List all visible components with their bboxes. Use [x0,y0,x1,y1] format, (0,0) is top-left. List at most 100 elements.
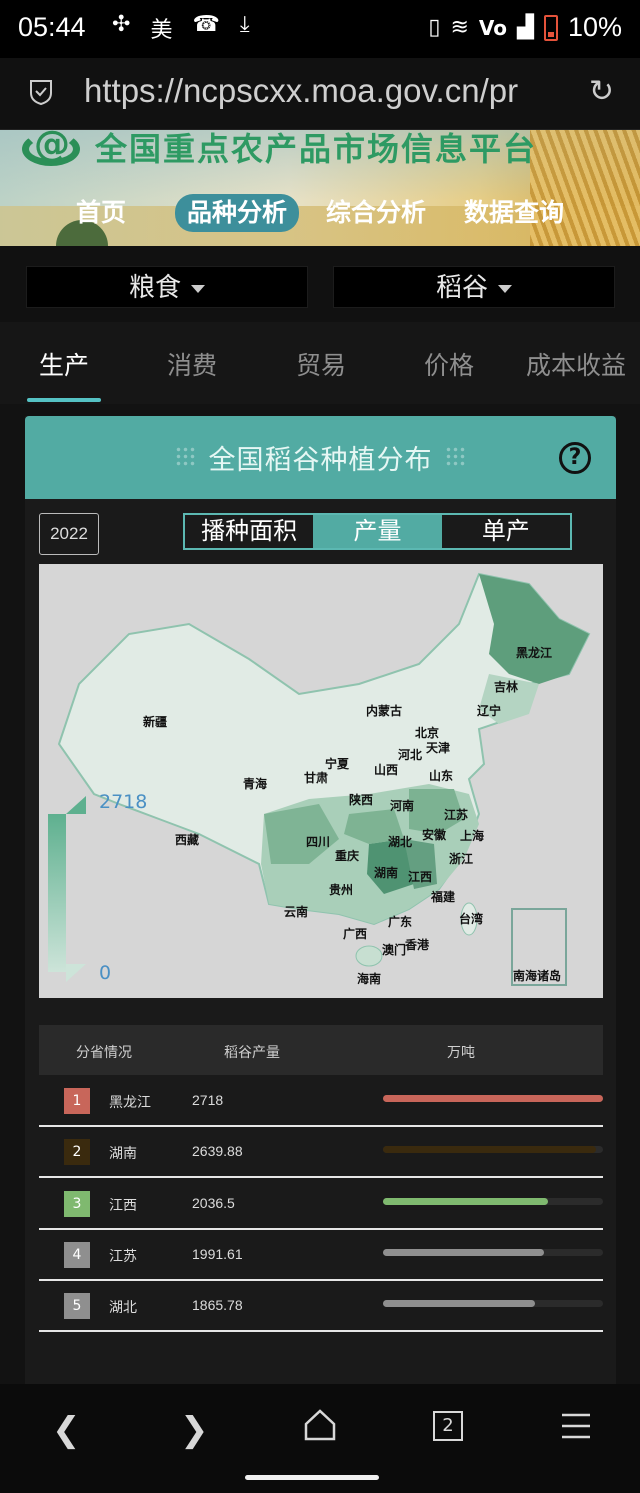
output-value: 2036.5 [192,1194,235,1211]
output-value: 1991.61 [192,1245,243,1262]
output-bar-fill [383,1300,535,1308]
nav-variety-analysis[interactable]: 品种分析 [175,194,300,232]
volte-icon: Vo [478,15,508,40]
nav-home[interactable]: 首页 [76,194,126,232]
filter-row: 粮食 稻谷 [0,246,640,322]
meituan-icon: 美 [150,18,173,43]
map-label-neimenggu: 内蒙古 [366,704,403,718]
signal-icon: ▟ [517,15,534,40]
table-row: 3 江西 2036.5 [39,1179,603,1230]
legend-marker-top [66,796,86,814]
header-output: 稻谷产量 [224,1045,280,1061]
output-bar-track [383,1248,603,1256]
forward-icon[interactable]: ❯ [180,1410,209,1450]
fan-icon: ✣ [112,12,131,37]
map-label-xizang: 西藏 [175,833,200,847]
province-name: 黑龙江 [109,1095,151,1111]
decor-dots [445,446,467,468]
map-label-hebei: 河北 [398,748,423,762]
site-banner: @ 全国重点农产品市场信息平台 首页 品种分析 综合分析 数据查询 [0,130,640,246]
output-bar-fill [383,1248,544,1256]
nav-data-query[interactable]: 数据查询 [464,194,564,232]
rank-badge: 3 [64,1190,90,1217]
segment-output[interactable]: 产量 [313,515,442,548]
map-legend-scale [48,814,66,972]
status-left-icons: ✣ 美 ☎ ⤓ [112,12,250,44]
download-icon: ⤓ [239,12,250,37]
active-tab-indicator [27,398,101,402]
battery-icon [543,14,558,41]
map-label-zhejiang: 浙江 [449,852,474,866]
menu-icon[interactable] [560,1412,592,1440]
map-label-hunan: 湖南 [374,866,399,880]
status-bar: 05:44 ✣ 美 ☎ ⤓ ▯ ≋ Vo ▟ 10% [0,0,640,58]
map-label-guangdong: 广东 [388,915,413,929]
browser-url-bar: https://ncpscxx.moa.gov.cn/pr ↻ [0,58,640,130]
segment-sown-area[interactable]: 播种面积 [185,515,313,548]
map-label-tianjin: 天津 [426,741,451,755]
segment-yield[interactable]: 单产 [442,515,570,548]
shield-icon[interactable] [28,78,54,106]
china-map: 2718 0 黑龙江 吉林 辽宁 内蒙古 北京 天津 河北 山西 山东 新疆 青… [39,564,603,998]
rank-badge: 2 [64,1139,90,1166]
tab-price[interactable]: 价格 [424,346,474,382]
output-bar-fill [383,1095,603,1102]
header-province: 分省情况 [76,1045,132,1061]
output-bar-track [383,1197,603,1205]
status-time: 05:44 [18,12,86,42]
tab-cost-benefit[interactable]: 成本收益 [526,346,626,382]
output-value: 2718 [192,1092,224,1108]
map-label-guizhou: 贵州 [329,883,354,897]
vibrate-icon: ▯ [428,15,441,40]
variety-select[interactable]: 稻谷 [333,266,615,308]
help-icon[interactable]: ? [559,442,591,474]
status-right-icons: ▯ ≋ Vo ▟ 10% [428,12,622,43]
legend-min-value: 0 [99,962,112,984]
map-label-jiangxi: 江西 [408,870,433,884]
rank-badge: 5 [64,1293,90,1320]
map-label-hainan: 海南 [357,972,382,986]
map-label-macau: 澳门 [382,943,407,957]
output-bar-fill [383,1146,597,1154]
category-select[interactable]: 粮食 [26,266,308,308]
year-selector[interactable]: 2022 [39,513,99,555]
map-label-nanhai: 南海诸岛 [513,969,562,983]
table-row: 5 湖北 1865.78 [39,1281,603,1333]
map-label-fujian: 福建 [431,890,456,904]
map-region-hainan [355,945,383,967]
table-row: 1 黑龙江 2718 [39,1076,603,1127]
map-label-anhui: 安徽 [422,828,447,842]
tabs-icon[interactable]: 2 [433,1411,463,1441]
province-name: 江苏 [109,1248,137,1265]
phone-hangup-icon: ☎ [192,12,220,37]
tab-trade[interactable]: 贸易 [296,346,346,382]
chevron-down-icon [498,284,512,293]
logo-at-icon: @ [34,130,70,165]
nav-comprehensive-analysis[interactable]: 综合分析 [326,194,426,232]
map-label-xinjiang: 新疆 [143,715,168,729]
tab-production[interactable]: 生产 [39,346,89,382]
reload-icon[interactable]: ↻ [589,74,614,109]
map-label-chongqing: 重庆 [335,849,360,863]
url-field[interactable]: https://ncpscxx.moa.gov.cn/pr [84,72,554,110]
map-label-liaoning: 辽宁 [477,704,502,718]
tab-consumption[interactable]: 消费 [167,346,217,382]
map-label-guangxi: 广西 [343,927,368,941]
output-bar-track [383,1146,603,1154]
output-bar-track [383,1095,603,1102]
home-icon[interactable] [303,1408,337,1442]
back-icon[interactable]: ❮ [52,1410,81,1450]
map-label-shandong: 山东 [429,769,454,783]
map-label-heilongjiang: 黑龙江 [516,646,553,660]
map-label-shanxi: 山西 [374,763,399,777]
map-label-shaanxi: 陕西 [349,793,374,807]
map-label-taiwan: 台湾 [459,912,484,926]
map-label-hubei: 湖北 [388,835,413,849]
map-label-hongkong: 香港 [405,938,430,952]
rank-badge: 1 [64,1088,90,1114]
table-row: 2 湖南 2639.88 [39,1127,603,1179]
province-name: 湖北 [109,1300,137,1317]
output-bar-track [383,1300,603,1308]
gesture-home-indicator[interactable] [245,1475,379,1480]
map-label-ningxia: 宁夏 [325,757,350,771]
